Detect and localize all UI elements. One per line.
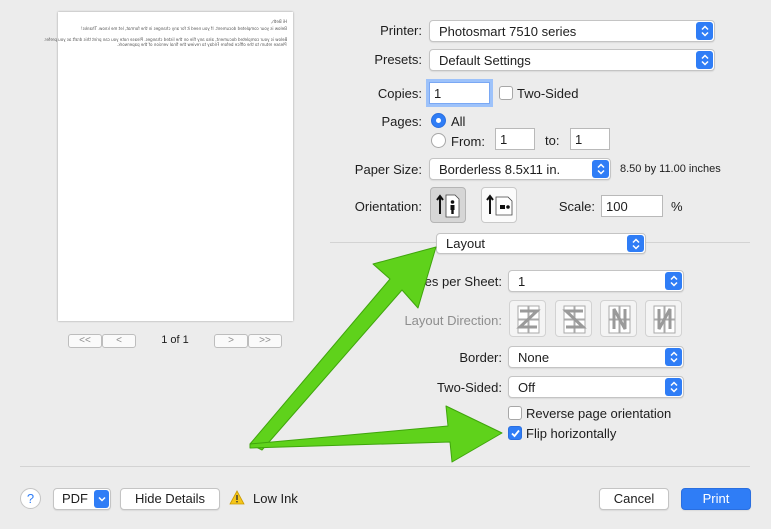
annotation-arrow-to-layout	[249, 246, 437, 451]
chevron-down-icon	[94, 490, 109, 508]
pdf-menu-button[interactable]: PDF	[53, 488, 111, 510]
pdf-label: PDF	[62, 491, 88, 506]
print-button[interactable]: Print	[681, 488, 751, 510]
footer-divider	[20, 466, 750, 467]
annotation-arrows-overlay	[249, 246, 503, 463]
warning-icon	[229, 490, 245, 505]
help-button[interactable]: ?	[20, 488, 41, 509]
cancel-button[interactable]: Cancel	[599, 488, 669, 510]
low-ink-warning: Low Ink	[253, 491, 298, 506]
hide-details-button[interactable]: Hide Details	[120, 488, 220, 510]
